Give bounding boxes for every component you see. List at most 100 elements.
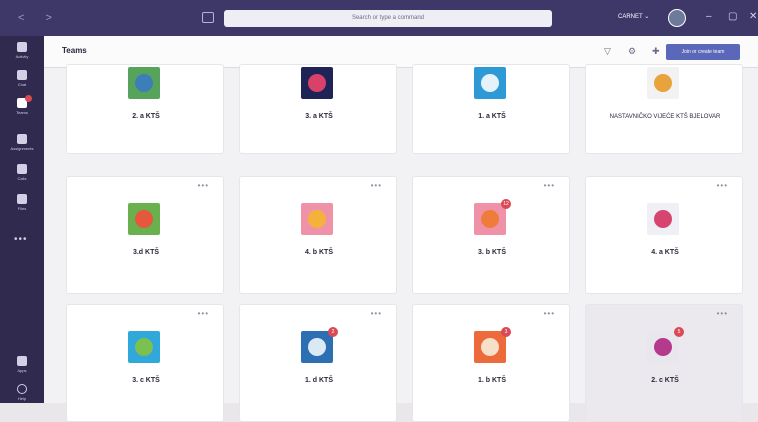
compose-icon[interactable] [202,12,214,23]
hexagons-icon [481,210,499,228]
team-card[interactable]: ••• 3. c KTŠ [66,304,224,422]
rail-label: Teams [16,110,28,115]
more-options-icon[interactable]: ••• [371,181,382,190]
rail-item-apps[interactable]: Apps [0,356,44,373]
plant-icon [135,338,153,356]
team-name: 3.d KTŠ [132,249,160,256]
unread-badge: 5 [674,327,684,337]
team-name: 3. a KTŠ [305,113,333,120]
team-name: 2. c KTŠ [651,377,679,384]
team-card[interactable]: 2. a KTŠ [66,64,224,154]
team-card[interactable]: 3. a KTŠ [239,64,397,154]
page-title: Teams [62,46,87,55]
chart-line-icon [654,210,672,228]
file-icon [17,194,27,204]
close-icon[interactable]: ✕ [749,11,757,22]
speech-bubbles-icon [135,210,153,228]
brain-icon [654,74,672,92]
team-card[interactable]: 1. a KTŠ [412,64,570,154]
globe-icon [135,74,153,92]
app-rail: Activity Chat Teams Assignments Calls Fi… [0,36,44,403]
more-options-icon[interactable]: ••• [717,309,728,318]
team-card[interactable]: ••• 4. b KTŠ [239,176,397,294]
team-avatar-tile [301,67,333,99]
rail-item-chat[interactable]: Chat [0,70,44,87]
hexagons-icon [308,210,326,228]
team-avatar-tile [474,331,506,363]
team-card[interactable]: ••• 3 1. b KTŠ [412,304,570,422]
rail-label: Activity [15,54,29,59]
team-name: 4. a KTŠ [651,249,679,256]
team-card[interactable]: NASTAVNIČKO VIJEĆE KTŠ BJELOVAR [585,64,743,154]
team-card[interactable]: ••• 5 2. c KTŠ [585,304,743,422]
notebook-icon [481,74,499,92]
maximize-icon[interactable]: ▢ [728,11,737,22]
more-options-icon[interactable]: ••• [198,309,209,318]
team-name: 1. d KTŠ [304,377,333,384]
unread-badge: 3 [501,327,511,337]
more-options-icon[interactable]: ••• [544,309,555,318]
team-name: 1. a KTŠ [478,113,506,120]
team-name: 2. a KTŠ [132,113,160,120]
rail-label: Assignments [10,146,34,151]
rail-label: Help [17,396,27,401]
notification-dot [25,95,32,102]
back-forward-icons[interactable]: < > [18,12,61,24]
unread-badge: 2 [328,327,338,337]
rail-item-assignments[interactable]: Assignments [0,134,44,151]
team-card[interactable]: ••• 3.d KTŠ [66,176,224,294]
rail-item-activity[interactable]: Activity [0,42,44,59]
rail-label: Calls [17,176,27,181]
dna-icon [308,74,326,92]
team-avatar-tile [128,331,160,363]
teams-page: Teams ▽ ⚙ ✚ Join or create team 2. a KTŠ… [44,36,758,422]
more-options-icon[interactable]: ••• [544,181,555,190]
more-options-icon[interactable]: ••• [198,181,209,190]
title-bar: < > Search or type a command CARNET ⌄ – … [0,0,758,36]
minimize-icon[interactable]: – [706,11,712,22]
theater-masks-icon [481,338,499,356]
gear-icon[interactable]: ⚙ [628,46,636,57]
team-card[interactable]: ••• 2 1. d KTŠ [239,304,397,422]
team-name: 4. b KTŠ [304,249,333,256]
add-team-icon[interactable]: ✚ [652,46,660,57]
book-icon [654,338,672,356]
more-options-icon[interactable]: ••• [371,309,382,318]
rail-label: Files [17,206,27,211]
assignments-icon [17,134,27,144]
team-card[interactable]: ••• 4. a KTŠ [585,176,743,294]
filter-icon[interactable]: ▽ [604,46,611,57]
team-avatar-tile [301,331,333,363]
team-name: 1. b KTŠ [477,377,506,384]
more-options-icon[interactable]: ••• [717,181,728,190]
team-avatar-tile [647,67,679,99]
join-or-create-team-button[interactable]: Join or create team [666,44,740,60]
rail-label: Chat [17,82,27,87]
search-input[interactable]: Search or type a command [224,10,552,27]
rail-item-teams[interactable]: Teams [0,95,44,115]
avatar[interactable] [668,9,686,27]
phone-icon [17,164,27,174]
team-name: 3. c KTŠ [132,377,160,384]
team-card[interactable]: ••• 12 3. b KTŠ [412,176,570,294]
team-name: 3. b KTŠ [477,249,506,256]
unread-badge: 12 [501,199,511,209]
rail-item-files[interactable]: Files [0,194,44,211]
rail-label: Apps [17,368,27,373]
team-avatar-tile [474,203,506,235]
chat-icon [17,70,27,80]
team-avatar-tile [474,67,506,99]
team-avatar-tile [647,203,679,235]
team-avatar-tile [647,331,679,363]
microscope-icon [308,338,326,356]
rail-item-calls[interactable]: Calls [0,164,44,181]
team-avatar-tile [128,67,160,99]
team-avatar-tile [301,203,333,235]
apps-icon [17,356,27,366]
org-switcher[interactable]: CARNET ⌄ [618,13,649,20]
help-icon [17,384,27,394]
bell-icon [17,42,27,52]
team-name: NASTAVNIČKO VIJEĆE KTŠ BJELOVAR [609,114,721,120]
more-apps-icon[interactable]: ••• [14,234,28,245]
rail-item-help[interactable]: Help [0,384,44,401]
